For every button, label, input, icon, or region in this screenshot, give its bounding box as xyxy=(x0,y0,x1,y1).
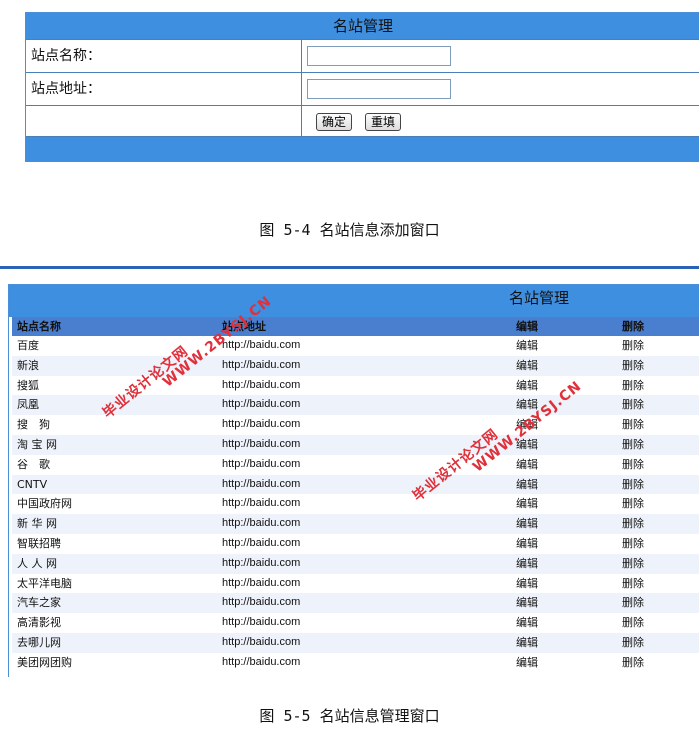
delete-link[interactable]: 删除 xyxy=(622,557,644,570)
table-row: 汽车之家 http://baidu.com 编辑 删除 xyxy=(12,593,699,614)
figure-caption-2: 图 5-5 名站信息管理窗口 xyxy=(259,707,440,725)
site-name-cell: 中国政府网 xyxy=(17,497,72,511)
site-name-cell: CNTV xyxy=(17,477,48,491)
table-header: 站点名称 站点地址 编辑 删除 xyxy=(12,317,699,336)
table-row: 太平洋电脑 http://baidu.com 编辑 删除 xyxy=(12,574,699,594)
site-name-cell: 汽车之家 xyxy=(17,596,61,610)
edit-link[interactable]: 编辑 xyxy=(516,636,538,649)
delete-link[interactable]: 删除 xyxy=(622,359,644,372)
edit-link[interactable]: 编辑 xyxy=(516,458,538,471)
edit-link[interactable]: 编辑 xyxy=(516,557,538,570)
site-name-input[interactable] xyxy=(307,46,451,66)
delete-link[interactable]: 删除 xyxy=(622,636,644,649)
edit-link[interactable]: 编辑 xyxy=(516,339,538,352)
delete-link[interactable]: 删除 xyxy=(622,418,644,431)
table-row: 新 华 网 http://baidu.com 编辑 删除 xyxy=(12,514,699,534)
table-row: 人 人 网 http://baidu.com 编辑 删除 xyxy=(12,553,699,574)
table-row: 美团网团购 http://baidu.com 编辑 删除 xyxy=(12,653,699,673)
site-name-label: 站点名称： xyxy=(26,40,302,72)
site-url-cell: http://baidu.com xyxy=(222,517,301,530)
edit-link[interactable]: 编辑 xyxy=(516,379,538,392)
site-name-cell: 新 华 网 xyxy=(17,517,57,531)
table-row: 去哪儿网 http://baidu.com 编辑 删除 xyxy=(12,632,699,653)
delete-link[interactable]: 删除 xyxy=(622,478,644,491)
site-url-cell: http://baidu.com xyxy=(222,398,301,411)
edit-link[interactable]: 编辑 xyxy=(516,577,538,590)
delete-link[interactable]: 删除 xyxy=(622,379,644,392)
table-row: CNTV http://baidu.com 编辑 删除 xyxy=(12,474,699,495)
site-name-cell: 淘 宝 网 xyxy=(17,437,57,451)
site-url-cell: http://baidu.com xyxy=(222,339,301,351)
edit-link[interactable]: 编辑 xyxy=(516,478,538,491)
delete-link[interactable]: 删除 xyxy=(622,497,644,510)
table-row: 百度 http://baidu.com 编辑 删除 xyxy=(12,336,699,356)
site-name-cell: 高清影视 xyxy=(17,616,61,630)
figure-caption-1: 图 5-4 名站信息添加窗口 xyxy=(259,221,440,239)
name-row: 站点名称： xyxy=(26,39,699,72)
edit-link[interactable]: 编辑 xyxy=(516,517,538,530)
site-url-input[interactable] xyxy=(307,79,451,99)
delete-link[interactable]: 删除 xyxy=(622,656,644,669)
site-name-cell: 智联招聘 xyxy=(17,536,61,550)
site-url-cell: http://baidu.com xyxy=(222,596,301,609)
site-url-cell: http://baidu.com xyxy=(222,497,301,510)
site-name-cell: 美团网团购 xyxy=(17,655,72,669)
site-url-cell: http://baidu.com xyxy=(222,358,301,371)
delete-link[interactable]: 删除 xyxy=(622,596,644,609)
edit-link[interactable]: 编辑 xyxy=(516,596,538,609)
edit-link[interactable]: 编辑 xyxy=(516,359,538,372)
table-title: 名站管理 xyxy=(9,285,699,317)
site-url-cell: http://baidu.com xyxy=(222,418,301,431)
header-edit: 编辑 xyxy=(516,320,538,333)
table-row: 新浪 http://baidu.com 编辑 删除 xyxy=(12,355,699,376)
delete-link[interactable]: 删除 xyxy=(622,517,644,530)
delete-link[interactable]: 删除 xyxy=(622,577,644,590)
table-row: 智联招聘 http://baidu.com 编辑 删除 xyxy=(12,534,699,554)
site-url-cell: http://baidu.com xyxy=(222,477,301,490)
header-site-url: 站点地址 xyxy=(222,320,266,333)
site-name-cell: 搜 狗 xyxy=(17,418,50,432)
site-url-cell: http://baidu.com xyxy=(222,616,301,629)
delete-link[interactable]: 删除 xyxy=(622,398,644,411)
site-url-cell: http://baidu.com xyxy=(222,655,301,668)
edit-link[interactable]: 编辑 xyxy=(516,537,538,550)
site-name-cell: 谷 歌 xyxy=(17,457,50,471)
reset-button[interactable]: 重填 xyxy=(365,113,402,131)
site-url-label: 站点地址： xyxy=(26,73,302,105)
form-footer-bar xyxy=(26,136,699,161)
site-url-cell: http://baidu.com xyxy=(222,556,301,569)
button-row: 确定 重填 xyxy=(26,105,699,138)
edit-link[interactable]: 编辑 xyxy=(516,497,538,510)
site-name-cell: 去哪儿网 xyxy=(17,635,61,649)
table-row: 谷 歌 http://baidu.com 编辑 删除 xyxy=(12,455,699,475)
section-divider xyxy=(0,266,699,269)
table-row: 中国政府网 http://baidu.com 编辑 删除 xyxy=(12,494,699,514)
table-row: 淘 宝 网 http://baidu.com 编辑 删除 xyxy=(12,434,699,455)
delete-link[interactable]: 删除 xyxy=(622,438,644,451)
site-url-cell: http://baidu.com xyxy=(222,576,301,589)
delete-link[interactable]: 删除 xyxy=(622,537,644,550)
site-name-cell: 太平洋电脑 xyxy=(17,576,72,590)
site-url-cell: http://baidu.com xyxy=(222,536,301,549)
form-title: 名站管理 xyxy=(26,13,699,39)
delete-link[interactable]: 删除 xyxy=(622,339,644,352)
site-manage-table: 名站管理 站点名称 站点地址 编辑 删除 百度 http://baidu.com 编… xyxy=(8,284,699,677)
site-name-cell: 人 人 网 xyxy=(17,556,57,570)
header-delete: 删除 xyxy=(622,320,644,333)
table-row: 高清影视 http://baidu.com 编辑 删除 xyxy=(12,613,699,633)
site-url-cell: http://baidu.com xyxy=(222,378,301,391)
url-row: 站点地址： xyxy=(26,72,699,105)
delete-link[interactable]: 删除 xyxy=(622,458,644,471)
site-url-cell: http://baidu.com xyxy=(222,635,301,648)
site-add-form: 名站管理 站点名称： 站点地址： 确定 重填 xyxy=(25,12,699,162)
confirm-button[interactable]: 确定 xyxy=(316,113,353,131)
edit-link[interactable]: 编辑 xyxy=(516,616,538,629)
edit-link[interactable]: 编辑 xyxy=(516,656,538,669)
table-body: 百度 http://baidu.com 编辑 删除 新浪 http://baidu.com… xyxy=(9,336,699,673)
delete-link[interactable]: 删除 xyxy=(622,616,644,629)
header-site-name: 站点名称 xyxy=(17,320,61,333)
